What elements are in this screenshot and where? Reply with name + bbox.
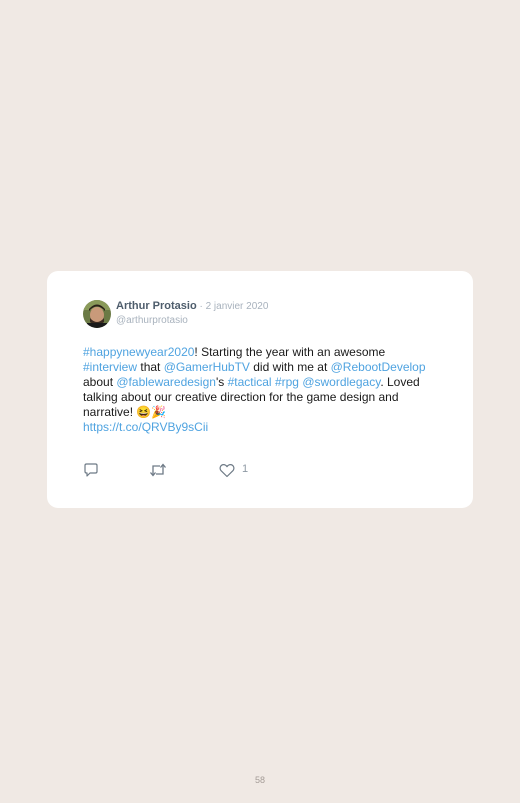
retweet-icon[interactable] xyxy=(149,462,167,478)
like-count: 1 xyxy=(242,463,249,475)
tweet-text: #happynewyear2020! Starting the year wit… xyxy=(83,345,433,435)
tweet-date[interactable]: 2 janvier 2020 xyxy=(206,301,269,312)
hashtag-link[interactable]: #interview xyxy=(83,360,137,374)
mention-link[interactable]: @GamerHubTV xyxy=(164,360,250,374)
tweet-text-segment: that xyxy=(137,360,164,374)
tweet-text-segment: did with me at xyxy=(249,360,331,374)
tweet-url-link[interactable]: https://t.co/QRVBy9sCii xyxy=(83,420,208,434)
like-icon[interactable] xyxy=(219,463,235,478)
date-separator: · xyxy=(196,301,206,312)
page-number: 58 xyxy=(254,775,265,785)
tweet-text-segment: ! Starting the year with an awesome xyxy=(194,345,386,359)
tweet-actions: 1 xyxy=(83,462,263,478)
reply-icon[interactable] xyxy=(83,462,99,478)
hashtag-link[interactable]: #happynewyear2020 xyxy=(83,345,194,359)
author-line: Arthur Protasio · 2 janvier 2020 xyxy=(116,300,268,312)
mention-link[interactable]: @swordlegacy xyxy=(302,375,380,389)
mention-link[interactable]: @RebootDevelop xyxy=(331,360,426,374)
avatar[interactable] xyxy=(83,300,111,328)
hashtag-link[interactable]: #tactical xyxy=(228,375,272,389)
tweet-text-segment: 's xyxy=(215,375,228,389)
mention-link[interactable]: @fablewaredesign xyxy=(116,375,216,389)
tweet-text-segment: about xyxy=(83,375,117,389)
tweet-card: Arthur Protasio · 2 janvier 2020 @arthur… xyxy=(47,271,473,508)
author-handle[interactable]: @arthurprotasio xyxy=(116,315,188,326)
page: { "tweet": { "author_name": "Arthur Prot… xyxy=(0,0,520,803)
author-name[interactable]: Arthur Protasio xyxy=(116,300,197,312)
hashtag-link[interactable]: #rpg xyxy=(275,375,299,389)
